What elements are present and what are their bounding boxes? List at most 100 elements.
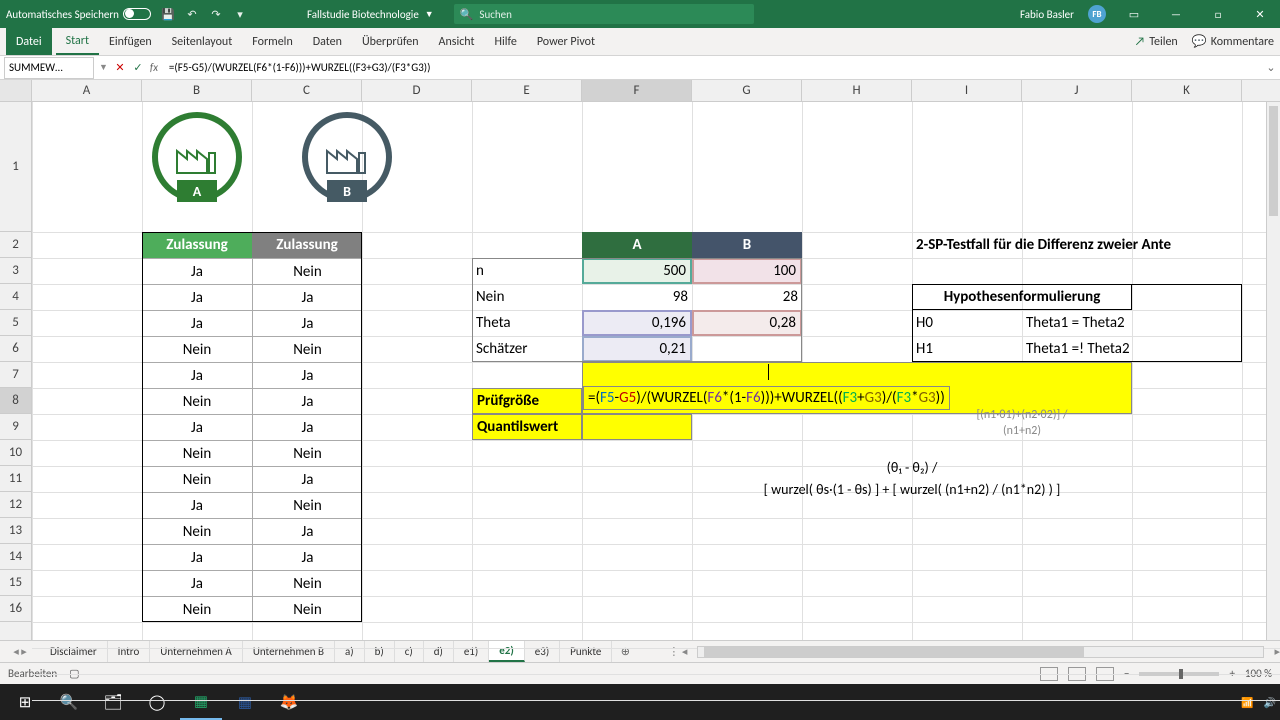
tray-volume-icon[interactable]: 🔊	[1264, 696, 1276, 709]
add-sheet-button[interactable]: ⊕	[612, 645, 638, 658]
tab-insert[interactable]: Einfügen	[99, 28, 162, 55]
cell-G2[interactable]: B	[692, 232, 802, 258]
cell-C3[interactable]: Nein	[252, 258, 362, 284]
cell-C7[interactable]: Ja	[252, 362, 362, 388]
formula-input[interactable]: =(F5-G5)/(WURZEL(F6*(1-F6)))+WURZEL((F3+…	[165, 57, 1262, 79]
col-header-B[interactable]: B	[142, 80, 252, 101]
sheet-tab-UnternehmenB[interactable]: Unternehmen B	[243, 641, 335, 662]
row-header-12[interactable]: 12	[0, 492, 31, 518]
cell-F3[interactable]: 500	[582, 258, 692, 284]
cell-E8[interactable]: Prüfgröße	[472, 388, 582, 414]
cell-C14[interactable]: Ja	[252, 544, 362, 570]
row-header-4[interactable]: 4	[0, 284, 31, 310]
row-header-5[interactable]: 5	[0, 310, 31, 336]
row-header-1[interactable]: 1	[0, 102, 31, 232]
tray-wifi-icon[interactable]: 📶	[1241, 696, 1253, 709]
cell-F9[interactable]	[582, 414, 692, 440]
cell-B5[interactable]: Ja	[142, 310, 252, 336]
tab-file[interactable]: Datei	[6, 28, 52, 55]
spreadsheet-grid[interactable]: 1 2 3 4 5 6 7 8 9 10 11 12 13 14 15 16 A…	[0, 102, 1280, 640]
select-all-button[interactable]	[0, 80, 32, 101]
cell-G3[interactable]: 100	[692, 258, 802, 284]
cell-G5[interactable]: 0,28	[692, 310, 802, 336]
user-avatar[interactable]: FB	[1088, 5, 1106, 23]
cell-B9[interactable]: Ja	[142, 414, 252, 440]
share-button[interactable]: ↗Teilen	[1135, 35, 1178, 49]
cell-E5[interactable]: Theta	[472, 310, 582, 336]
vertical-scrollbar[interactable]	[1266, 102, 1280, 640]
row-header-13[interactable]: 13	[0, 518, 31, 544]
cell-C8[interactable]: Ja	[252, 388, 362, 414]
cell-B10[interactable]: Nein	[142, 440, 252, 466]
cell-C4[interactable]: Ja	[252, 284, 362, 310]
cell-E6[interactable]: Schätzer	[472, 336, 582, 362]
fx-button[interactable]: fx	[147, 57, 165, 79]
sheet-tab-e2[interactable]: e2)	[489, 641, 525, 662]
cell-F5[interactable]: 0,196	[582, 310, 692, 336]
row-header-3[interactable]: 3	[0, 258, 31, 284]
cell-J6[interactable]: Theta1 =! Theta2	[1022, 336, 1202, 362]
sheet-tab-d[interactable]: d)	[424, 641, 454, 662]
row-header-15[interactable]: 15	[0, 570, 31, 596]
maximize-button[interactable]: □	[1204, 8, 1232, 21]
start-button[interactable]: ⊞	[4, 684, 46, 720]
tab-data[interactable]: Daten	[303, 28, 352, 55]
tab-help[interactable]: Hilfe	[485, 28, 527, 55]
vertical-scrollbar-thumb[interactable]	[1269, 106, 1278, 216]
cell-editing-overlay[interactable]: =(F5-G5)/(WURZEL(F6*(1-F6)))+WURZEL((F3+…	[583, 386, 950, 410]
cell-I6[interactable]: H1	[912, 336, 1022, 362]
row-header-7[interactable]: 7	[0, 362, 31, 388]
sheet-tab-Disclaimer[interactable]: Disclaimer	[40, 641, 108, 662]
cell-C15[interactable]: Nein	[252, 570, 362, 596]
sheet-tab-e3[interactable]: e3)	[525, 641, 560, 662]
cell-I5[interactable]: H0	[912, 310, 1022, 336]
sheet-nav[interactable]: ◂ ▸	[0, 645, 40, 658]
taskbar-app-1[interactable]: 🗂	[92, 684, 134, 720]
cell-B6[interactable]: Nein	[142, 336, 252, 362]
sheet-tab-e1[interactable]: e1)	[454, 641, 489, 662]
tab-powerpivot[interactable]: Power Pivot	[527, 28, 605, 55]
cell-G4[interactable]: 28	[692, 284, 802, 310]
undo-icon[interactable]: ↶	[185, 7, 199, 21]
cell-B14[interactable]: Ja	[142, 544, 252, 570]
cell-E4[interactable]: Nein	[472, 284, 582, 310]
ribbon-display-icon[interactable]: ▭	[1120, 8, 1148, 21]
col-header-D[interactable]: D	[362, 80, 472, 101]
close-button[interactable]: ✕	[1246, 8, 1274, 21]
cell-B4[interactable]: Ja	[142, 284, 252, 310]
cell-C2[interactable]: Zulassung	[252, 232, 362, 258]
cell-B8[interactable]: Nein	[142, 388, 252, 414]
row-header-2[interactable]: 2	[0, 232, 31, 258]
redo-icon[interactable]: ↷	[209, 7, 223, 21]
row-header-8[interactable]: 8	[0, 388, 31, 414]
col-header-K[interactable]: K	[1132, 80, 1242, 101]
formula-bar-expand-icon[interactable]: ⌄	[1262, 61, 1280, 74]
col-header-C[interactable]: C	[252, 80, 362, 101]
user-name[interactable]: Fabio Basler	[1020, 8, 1074, 21]
col-header-H[interactable]: H	[802, 80, 912, 101]
sheet-tab-c[interactable]: c)	[395, 641, 424, 662]
accept-formula-button[interactable]: ✓	[129, 57, 147, 79]
sheet-tab-UnternehmenA[interactable]: Unternehmen A	[150, 641, 243, 662]
autosave-switch[interactable]	[123, 8, 151, 20]
cell-E9[interactable]: Quantilswert	[472, 414, 582, 440]
cell-C11[interactable]: Ja	[252, 466, 362, 492]
autosave-toggle[interactable]: Automatisches Speichern	[6, 8, 151, 21]
cell-F2[interactable]: A	[582, 232, 692, 258]
horizontal-scrollbar-thumb[interactable]	[704, 647, 1084, 657]
cell-B3[interactable]: Ja	[142, 258, 252, 284]
cell-F6[interactable]: 0,21	[582, 336, 692, 362]
col-header-F[interactable]: F	[582, 80, 692, 101]
cancel-formula-button[interactable]: ✕	[111, 57, 129, 79]
sheet-tab-b[interactable]: b)	[365, 641, 395, 662]
row-header-6[interactable]: 6	[0, 336, 31, 362]
cell-I4[interactable]: Hypothesenformulierung	[912, 284, 1132, 310]
taskbar-search-icon[interactable]: 🔍	[48, 684, 90, 720]
col-header-E[interactable]: E	[472, 80, 582, 101]
cell-E3[interactable]: n	[472, 258, 582, 284]
taskbar-firefox[interactable]: 🦊	[268, 684, 310, 720]
row-header-9[interactable]: 9	[0, 414, 31, 440]
cell-B15[interactable]: Ja	[142, 570, 252, 596]
save-icon[interactable]: 💾	[161, 7, 175, 21]
col-header-J[interactable]: J	[1022, 80, 1132, 101]
